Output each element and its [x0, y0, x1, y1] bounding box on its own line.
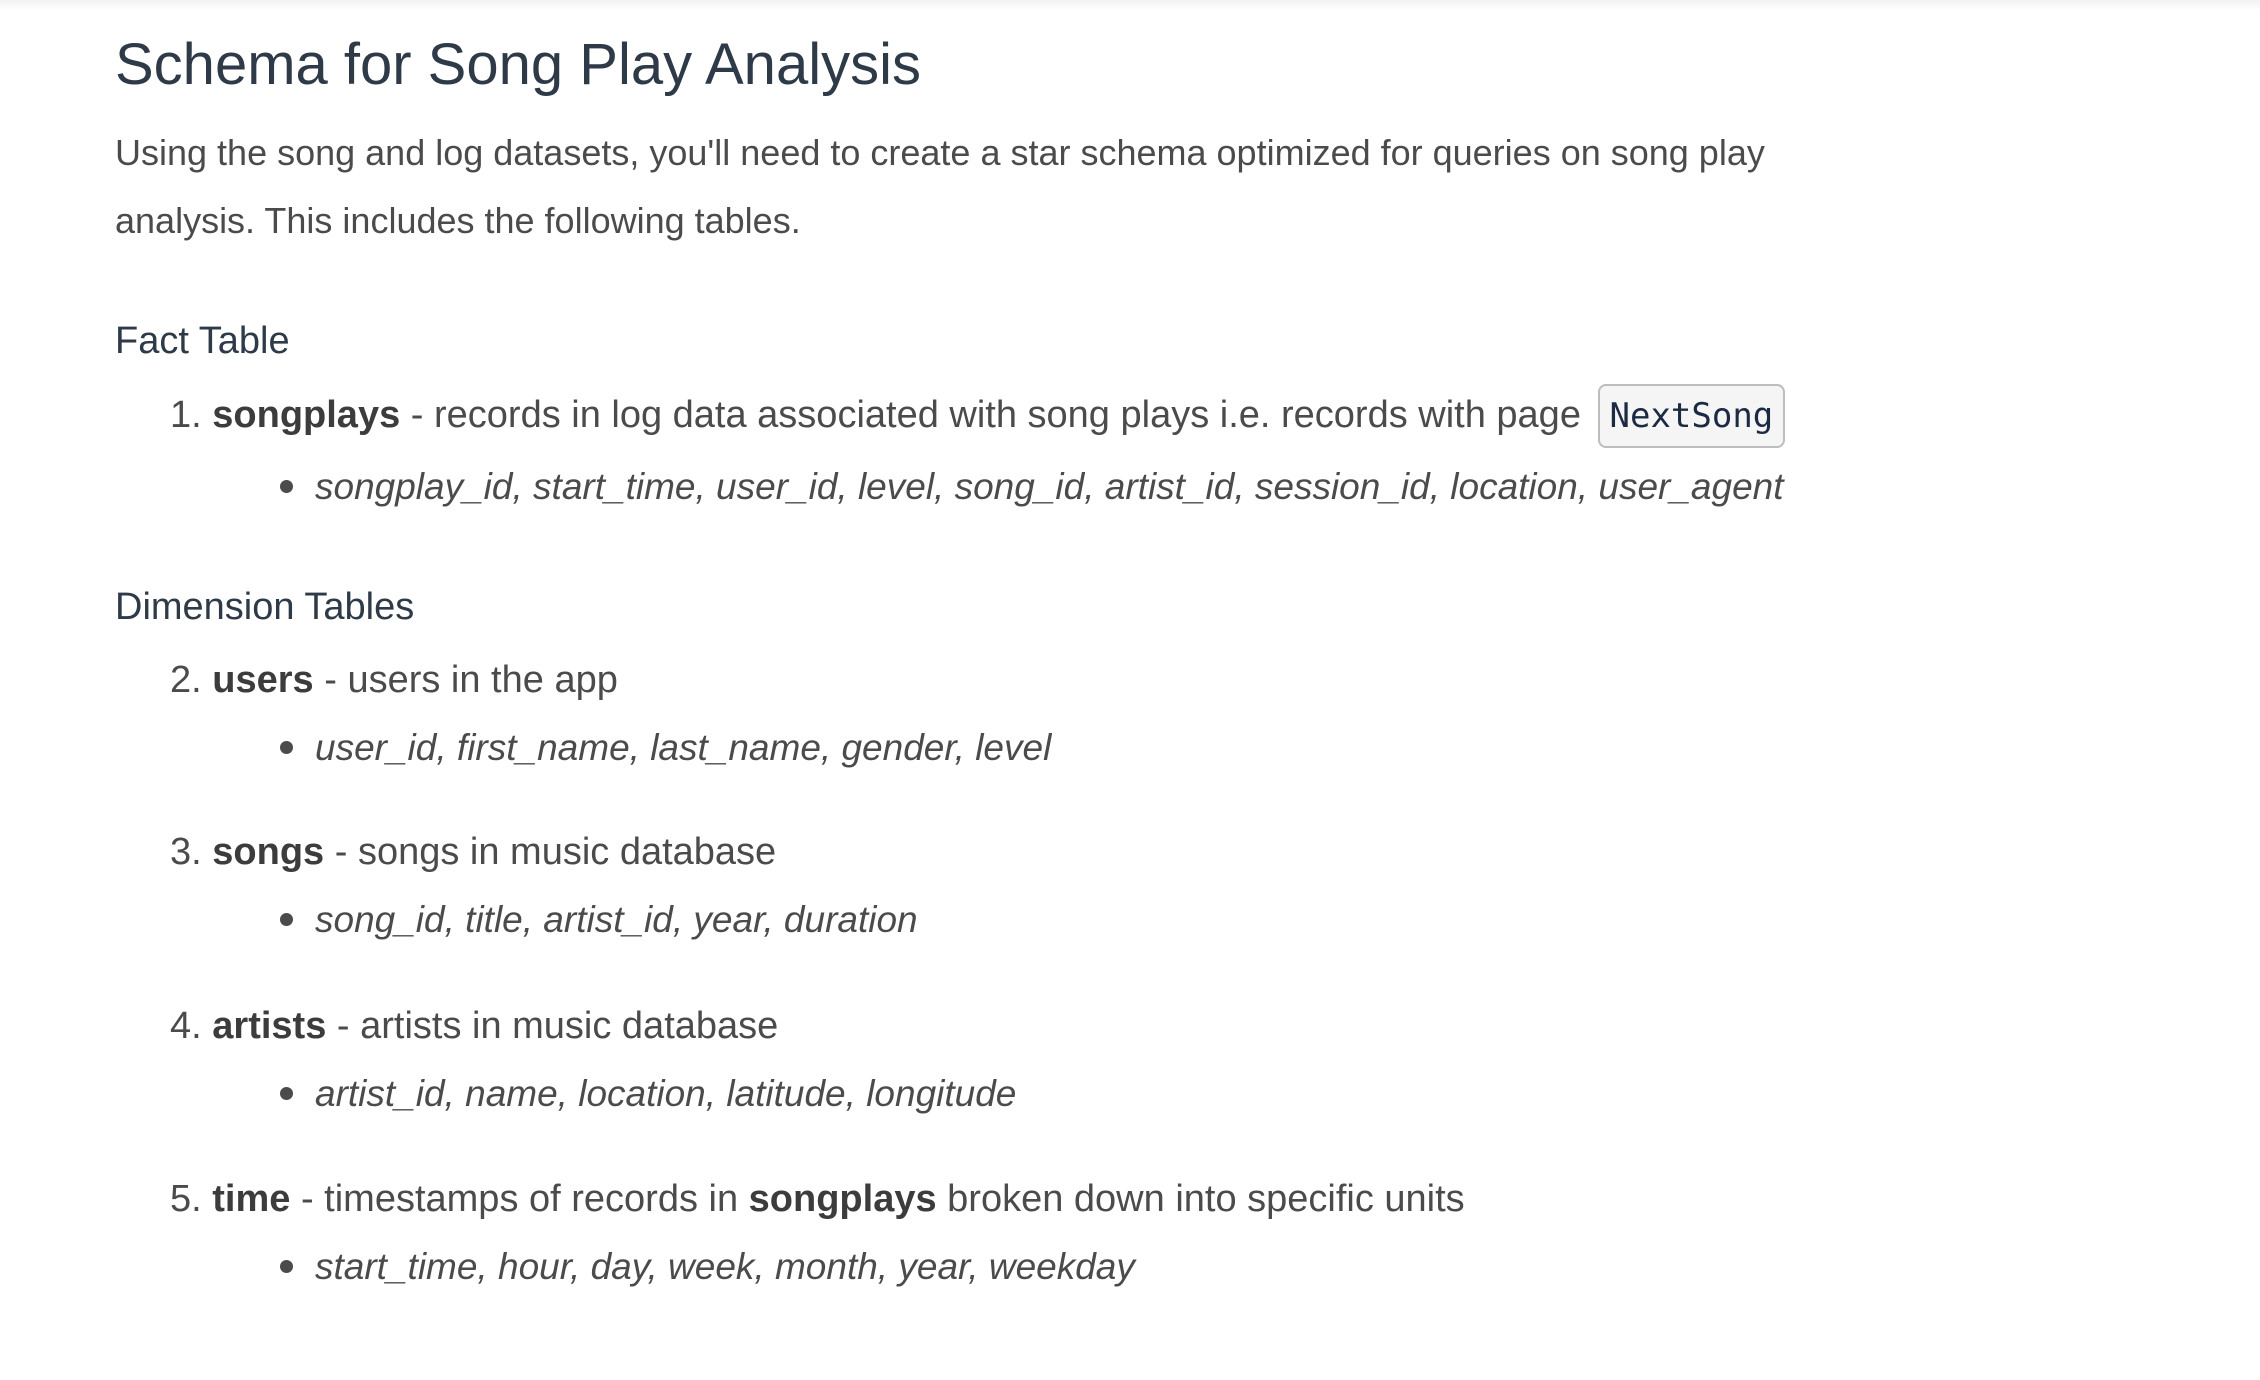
fact-table-heading: Fact Table — [115, 320, 290, 362]
table-item-songplays: 1. songplays - records in log data assoc… — [170, 384, 1786, 448]
inline-code: NextSong — [1597, 384, 1786, 448]
item-number: 5. — [170, 1178, 202, 1220]
table-item-time: 5. time - timestamps of records in songp… — [170, 1180, 1465, 1218]
item-number: 4. — [170, 1005, 202, 1047]
bullet-icon — [280, 479, 293, 493]
bullet-icon — [280, 740, 293, 754]
columns-text: songplay_id, start_time, user_id, level,… — [315, 466, 1784, 507]
dimension-tables-heading: Dimension Tables — [115, 586, 415, 628]
columns-text: user_id, first_name, last_name, gender, … — [315, 727, 1052, 768]
columns-users: user_id, first_name, last_name, gender, … — [280, 729, 1051, 766]
table-desc: - artists in music database — [326, 1005, 779, 1047]
item-number: 1. — [170, 394, 202, 436]
intro-line-1: Using the song and log datasets, you'll … — [115, 132, 1765, 173]
table-name: time — [212, 1178, 291, 1220]
table-name: songplays — [212, 394, 401, 436]
table-name: songs — [212, 831, 325, 873]
table-ref: songplays — [748, 1178, 937, 1220]
table-desc: - timestamps of records in — [290, 1178, 749, 1220]
table-item-songs: 3. songs - songs in music database — [170, 833, 776, 871]
columns-time: start_time, hour, day, week, month, year… — [280, 1248, 1135, 1285]
bullet-icon — [280, 1086, 293, 1100]
bullet-icon — [280, 912, 293, 926]
intro-line-2: analysis. This includes the following ta… — [115, 200, 801, 241]
page-title: Schema for Song Play Analysis — [115, 32, 921, 97]
item-number: 2. — [170, 659, 202, 701]
columns-text: start_time, hour, day, week, month, year… — [315, 1246, 1135, 1287]
columns-text: song_id, title, artist_id, year, duratio… — [315, 899, 918, 940]
table-item-artists: 4. artists - artists in music database — [170, 1007, 778, 1045]
table-desc: - records in log data associated with so… — [400, 394, 1592, 436]
columns-songs: song_id, title, artist_id, year, duratio… — [280, 901, 918, 938]
columns-songplays: songplay_id, start_time, user_id, level,… — [280, 468, 1784, 505]
table-desc: - songs in music database — [324, 831, 777, 873]
columns-artists: artist_id, name, location, latitude, lon… — [280, 1075, 1016, 1112]
item-number: 3. — [170, 831, 202, 873]
bullet-icon — [280, 1259, 293, 1273]
table-item-users: 2. users - users in the app — [170, 661, 618, 699]
table-name: artists — [212, 1005, 327, 1047]
table-name: users — [212, 659, 314, 701]
table-desc: - users in the app — [313, 659, 618, 701]
top-shadow — [0, 0, 2260, 10]
columns-text: artist_id, name, location, latitude, lon… — [315, 1073, 1017, 1114]
table-desc-tail: broken down into specific units — [936, 1178, 1465, 1220]
